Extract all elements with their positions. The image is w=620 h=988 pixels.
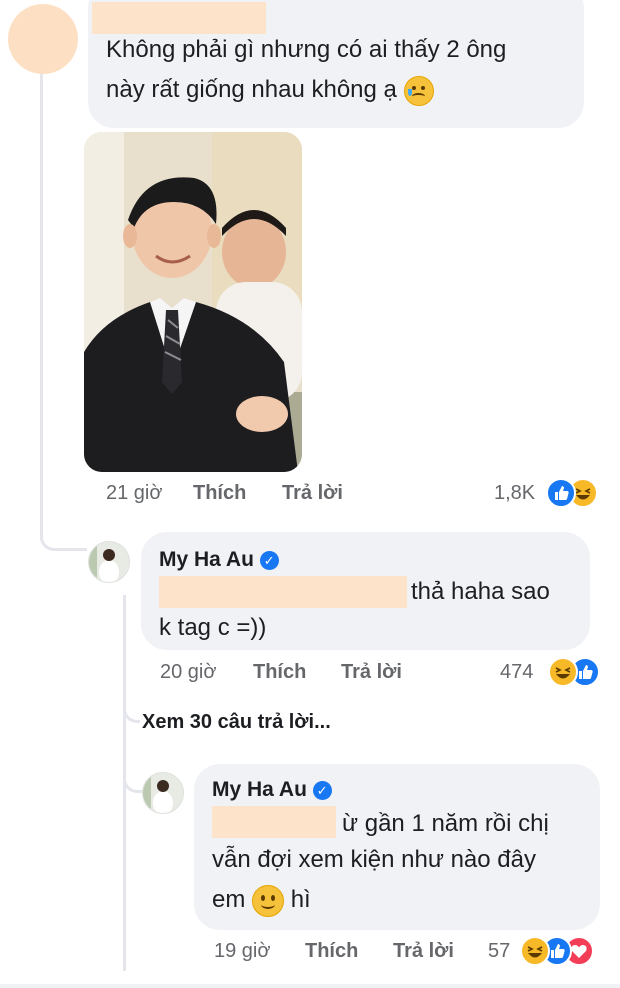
verified-badge-icon: ✓	[312, 780, 332, 800]
comment-reaction-count: 1,8K	[494, 482, 536, 504]
reply2-time: 19 giờ	[214, 940, 271, 962]
reply2-reaction-count: 57	[488, 940, 511, 962]
thread-connector-reply2	[123, 760, 144, 793]
my-ha-au-avatar[interactable]	[88, 541, 130, 583]
photo-illustration	[84, 132, 302, 472]
thread-line-main	[40, 70, 43, 540]
like-reaction-icon	[546, 478, 576, 508]
reply1-time: 20 giờ	[160, 661, 217, 683]
comment-like-button[interactable]: Thích	[193, 482, 246, 505]
comment-bubble: Không phải gì nhưng có ai thấy 2 ông này…	[88, 0, 584, 128]
thread-connector-reply1	[40, 520, 87, 551]
bottom-divider	[0, 984, 620, 988]
reply1-reply-button[interactable]: Trả lời	[341, 661, 402, 684]
reply1-mention-redacted[interactable]	[159, 576, 407, 608]
verified-badge-icon: ✓	[259, 550, 279, 570]
reply2-reply-button[interactable]: Trả lời	[393, 940, 454, 963]
reply1-text-line1: thả haha sao	[411, 578, 550, 605]
reply2-mention-redacted[interactable]	[212, 806, 336, 838]
crying-smile-emoji-icon	[403, 75, 434, 106]
comment-text-line2: này rất giống nhau không ạ	[106, 70, 434, 110]
reply1-text-line2: k tag c =))	[159, 614, 267, 641]
slight-smile-emoji-icon	[252, 884, 285, 917]
haha-reaction-icon	[548, 657, 578, 687]
reply2-like-button[interactable]: Thích	[305, 940, 358, 963]
reply2-author[interactable]: My Ha Au ✓	[212, 778, 332, 802]
my-ha-au-avatar[interactable]	[142, 772, 184, 814]
comment-text-line1: Không phải gì nhưng có ai thấy 2 ông	[106, 36, 507, 63]
reply1-like-button[interactable]: Thích	[253, 661, 306, 684]
comment-photo[interactable]	[84, 132, 302, 472]
reply1-bubble: My Ha Au ✓ thả haha sao k tag c =))	[141, 532, 590, 650]
reply1-author[interactable]: My Ha Au ✓	[159, 548, 279, 572]
reply1-reactions[interactable]	[548, 657, 608, 687]
reply2-text-line2: vẫn đợi xem kiện như nào đây	[212, 846, 536, 873]
reply2-text-line3: em hì	[212, 880, 311, 920]
comment-time: 21 giờ	[106, 482, 163, 504]
view-more-replies-link[interactable]: Xem 30 câu trả lời...	[142, 711, 331, 734]
commenter-avatar[interactable]	[8, 4, 78, 74]
reply2-text-line1: ừ gần 1 năm rồi chị	[342, 810, 549, 837]
reply2-reactions[interactable]	[520, 936, 608, 966]
reply1-reaction-count: 474	[500, 661, 534, 683]
haha-reaction-icon	[520, 936, 550, 966]
comment-reply-button[interactable]: Trả lời	[282, 482, 343, 505]
reply2-bubble: My Ha Au ✓ ừ gần 1 năm rồi chị vẫn đợi x…	[194, 764, 600, 930]
comment-reactions[interactable]	[546, 478, 606, 508]
